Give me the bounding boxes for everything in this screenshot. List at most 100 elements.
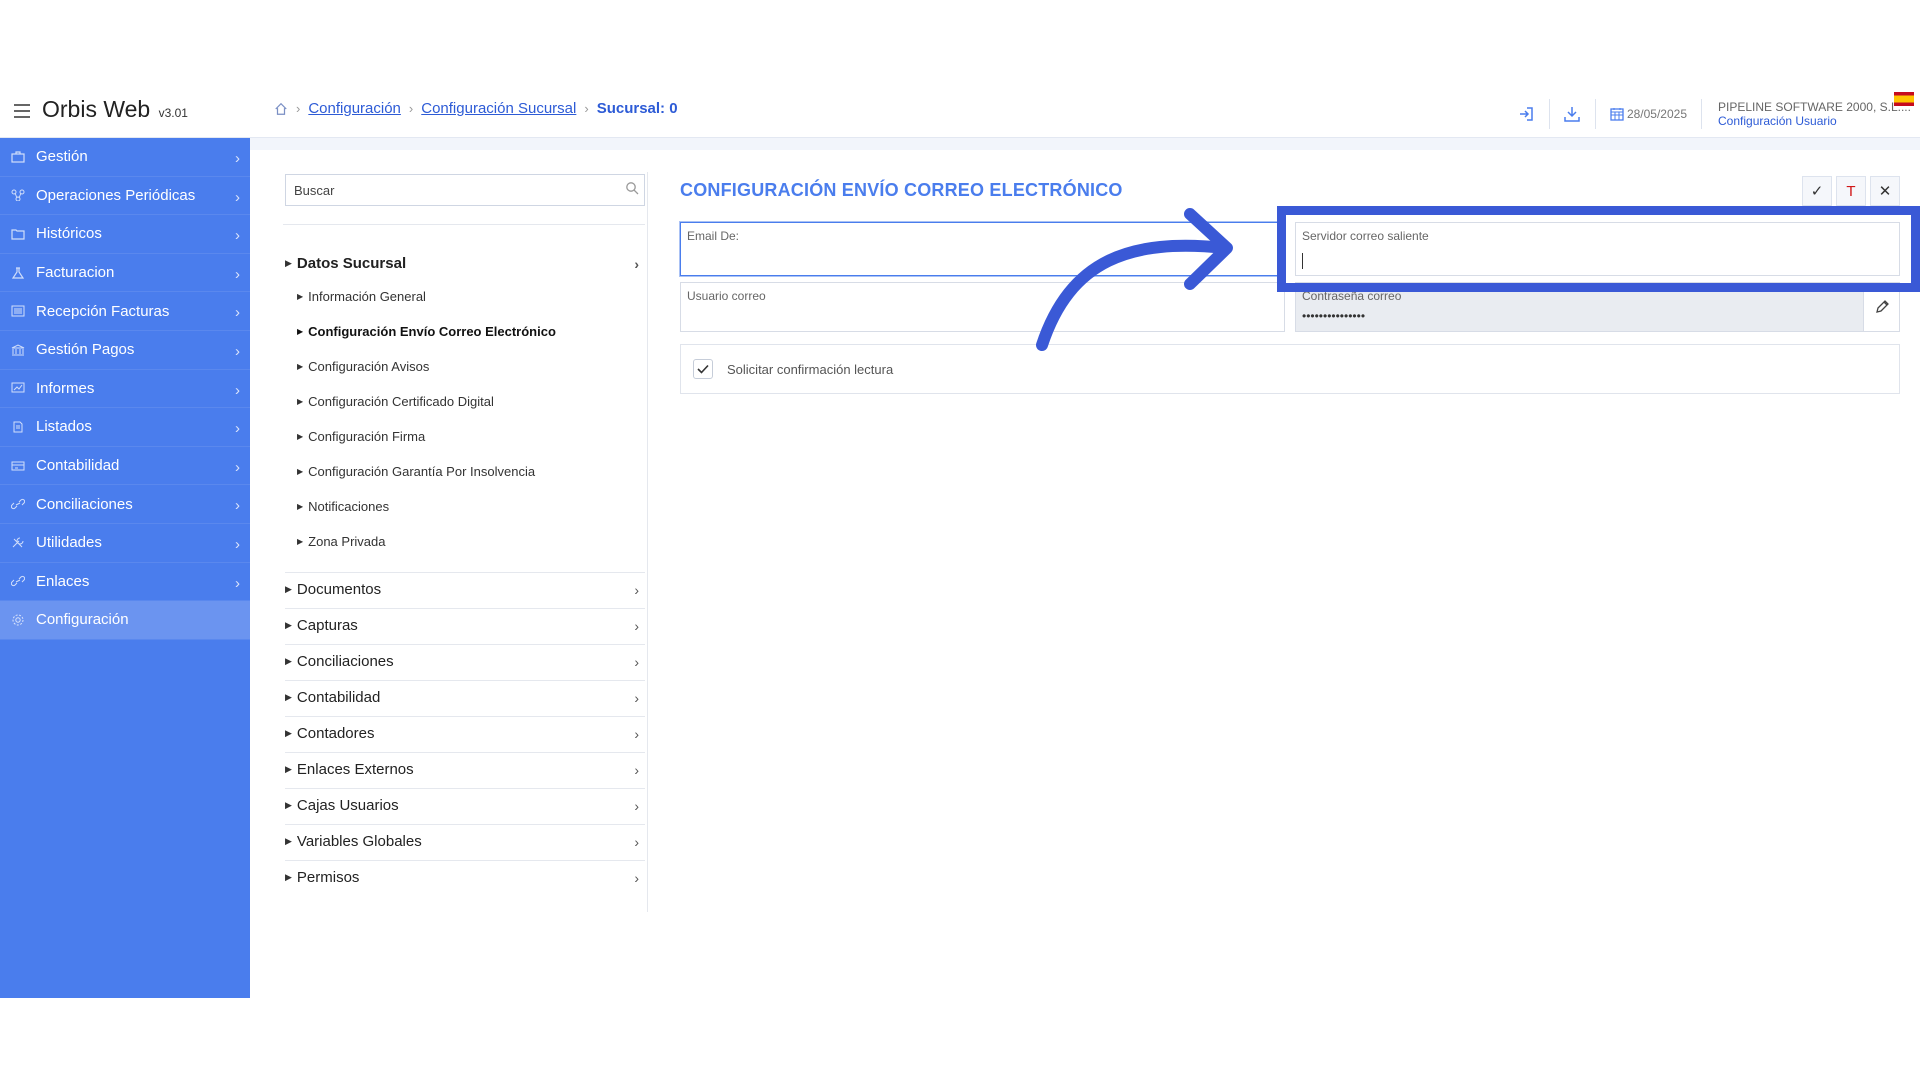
chevron-right-icon: › <box>634 255 639 272</box>
sidebar-item-enlaces[interactable]: Enlaces › <box>0 563 250 602</box>
sidebar-item-operaciones-periodicas[interactable]: Operaciones Periódicas › <box>0 177 250 216</box>
email-de-field[interactable]: Email De: <box>680 222 1285 276</box>
sidebar-item-label: Históricos <box>36 225 102 243</box>
hamburger-menu-icon[interactable] <box>14 104 30 118</box>
tree-node-label: Enlaces Externos <box>296 761 414 778</box>
report-icon <box>10 381 26 395</box>
tree-subitem-zona-privada[interactable]: ▶ Zona Privada <box>297 534 385 549</box>
confirm-button[interactable]: ✓ <box>1802 176 1832 206</box>
breadcrumb-separator-icon: › <box>584 101 589 116</box>
text-caret <box>1302 253 1303 269</box>
tree-subitem-label: Configuración Certificado Digital <box>308 394 494 409</box>
chevron-right-icon: › <box>235 227 240 245</box>
divider <box>285 608 645 609</box>
close-button[interactable]: ✕ <box>1870 176 1900 206</box>
breadcrumb: › Configuración › Configuración Sucursal… <box>274 100 678 117</box>
breadcrumb-current: Sucursal: 0 <box>596 100 678 117</box>
chevron-right-icon: › <box>634 725 639 742</box>
sidebar-item-informes[interactable]: Informes › <box>0 370 250 409</box>
t-button[interactable]: T <box>1836 176 1866 206</box>
home-icon[interactable] <box>274 102 288 116</box>
download-button[interactable] <box>1550 99 1596 129</box>
search-input[interactable]: Buscar <box>285 174 645 206</box>
tree-node-documentos[interactable]: ▶ Documentos › <box>285 581 647 598</box>
calendar-icon <box>1610 108 1624 121</box>
tree-subitem-notificaciones[interactable]: ▶ Notificaciones <box>297 499 389 514</box>
contrasena-correo-field[interactable]: Contraseña correo ••••••••••••••• <box>1295 282 1900 332</box>
sidebar-item-utilidades[interactable]: Utilidades › <box>0 524 250 563</box>
breadcrumb-separator-icon: › <box>296 101 301 116</box>
tree-node-cajas-usuarios[interactable]: ▶ Cajas Usuarios › <box>285 797 647 814</box>
sidebar-item-conciliaciones[interactable]: Conciliaciones › <box>0 485 250 524</box>
document-icon <box>10 420 26 434</box>
spain-flag-icon[interactable] <box>1894 92 1914 106</box>
tree-subitem-label: Zona Privada <box>308 534 386 549</box>
company-name: PIPELINE SOFTWARE 2000, S.L.... <box>1718 100 1910 114</box>
edit-password-button[interactable] <box>1863 283 1899 331</box>
sidebar-item-configuracion[interactable]: Configuración <box>0 601 250 640</box>
app-version: v3.01 <box>158 106 188 120</box>
tree-subitem-informacion-general[interactable]: ▶ Información General <box>297 289 426 304</box>
tree-node-variables-globales[interactable]: ▶ Variables Globales › <box>285 833 647 850</box>
tree-node-conciliaciones[interactable]: ▶ Conciliaciones › <box>285 653 647 670</box>
sidebar-item-historicos[interactable]: Históricos › <box>0 215 250 254</box>
sidebar-item-label: Operaciones Periódicas <box>36 186 196 204</box>
sidebar-item-gestion[interactable]: Gestión › <box>0 138 250 177</box>
tree-node-permisos[interactable]: ▶ Permisos › <box>285 869 647 886</box>
divider <box>285 680 645 681</box>
chevron-right-icon: › <box>634 617 639 634</box>
tree-subitem-configuracion-avisos[interactable]: ▶ Configuración Avisos <box>297 359 429 374</box>
tree-node-datos-sucursal[interactable]: ▶ Datos Sucursal › <box>285 255 647 272</box>
sidebar-item-label: Gestión <box>36 148 88 166</box>
tree-node-contabilidad[interactable]: ▶ Contabilidad › <box>285 689 647 706</box>
chevron-right-icon: › <box>235 420 240 438</box>
email-de-label: Email De: <box>687 229 740 243</box>
sidebar-item-contabilidad[interactable]: Contabilidad › <box>0 447 250 486</box>
sidebar-item-gestion-pagos[interactable]: Gestión Pagos › <box>0 331 250 370</box>
user-box[interactable]: PIPELINE SOFTWARE 2000, S.L.... Configur… <box>1702 100 1920 128</box>
date-text: 28/05/2025 <box>1626 107 1687 121</box>
check-icon <box>697 364 709 374</box>
tree-node-enlaces-externos[interactable]: ▶ Enlaces Externos › <box>285 761 647 778</box>
breadcrumb-configuracion[interactable]: Configuración <box>308 100 401 117</box>
chevron-right-icon: › <box>634 797 639 814</box>
triangle-right-icon: ▶ <box>297 292 304 301</box>
read-confirmation-checkbox[interactable] <box>693 359 713 379</box>
sidebar-item-facturacion[interactable]: Facturacion › <box>0 254 250 293</box>
tree-subitem-label: Configuración Avisos <box>308 359 430 374</box>
tree-subitem-configuracion-firma[interactable]: ▶ Configuración Firma <box>297 429 425 444</box>
read-confirmation-label: Solicitar confirmación lectura <box>727 361 894 377</box>
sidebar-item-recepcion-facturas[interactable]: Recepción Facturas › <box>0 292 250 331</box>
triangle-right-icon: ▶ <box>285 620 292 630</box>
triangle-right-icon: ▶ <box>297 397 304 406</box>
tree-node-capturas[interactable]: ▶ Capturas › <box>285 617 647 634</box>
chevron-right-icon: › <box>235 188 240 206</box>
chevron-right-icon: › <box>235 381 240 399</box>
tree-node-contadores[interactable]: ▶ Contadores › <box>285 725 647 742</box>
usuario-correo-field[interactable]: Usuario correo <box>680 282 1285 332</box>
tree-node-label: Cajas Usuarios <box>296 797 399 814</box>
app-title-text: Orbis Web <box>42 96 151 122</box>
sidebar-item-label: Contabilidad <box>36 457 120 475</box>
triangle-right-icon: ▶ <box>285 836 292 846</box>
sidebar-item-listados[interactable]: Listados › <box>0 408 250 447</box>
divider <box>285 644 645 645</box>
servidor-correo-field[interactable]: Servidor correo saliente <box>1295 222 1900 276</box>
date-display[interactable]: 28/05/2025 <box>1596 99 1702 129</box>
breadcrumb-configuracion-sucursal[interactable]: Configuración Sucursal <box>421 100 576 117</box>
folder-icon <box>10 227 26 241</box>
download-icon <box>1564 107 1581 122</box>
triangle-right-icon: ▶ <box>297 502 304 511</box>
divider <box>283 224 645 225</box>
servidor-correo-label: Servidor correo saliente <box>1302 229 1429 243</box>
tree-subitem-configuracion-envio-correo[interactable]: ▶ Configuración Envío Correo Electrónico <box>297 324 556 339</box>
sidebar-item-label: Listados <box>36 418 92 436</box>
user-config-link[interactable]: Configuración Usuario <box>1718 114 1910 128</box>
login-button[interactable] <box>1504 99 1550 129</box>
triangle-right-icon: ▶ <box>285 584 292 594</box>
read-confirmation-row: Solicitar confirmación lectura <box>680 344 1900 394</box>
tree-subitem-configuracion-certificado-digital[interactable]: ▶ Configuración Certificado Digital <box>297 394 494 409</box>
search-icon[interactable] <box>625 181 639 195</box>
pencil-icon <box>1875 300 1889 313</box>
tree-subitem-configuracion-garantia[interactable]: ▶ Configuración Garantía Por Insolvencia <box>297 464 535 479</box>
